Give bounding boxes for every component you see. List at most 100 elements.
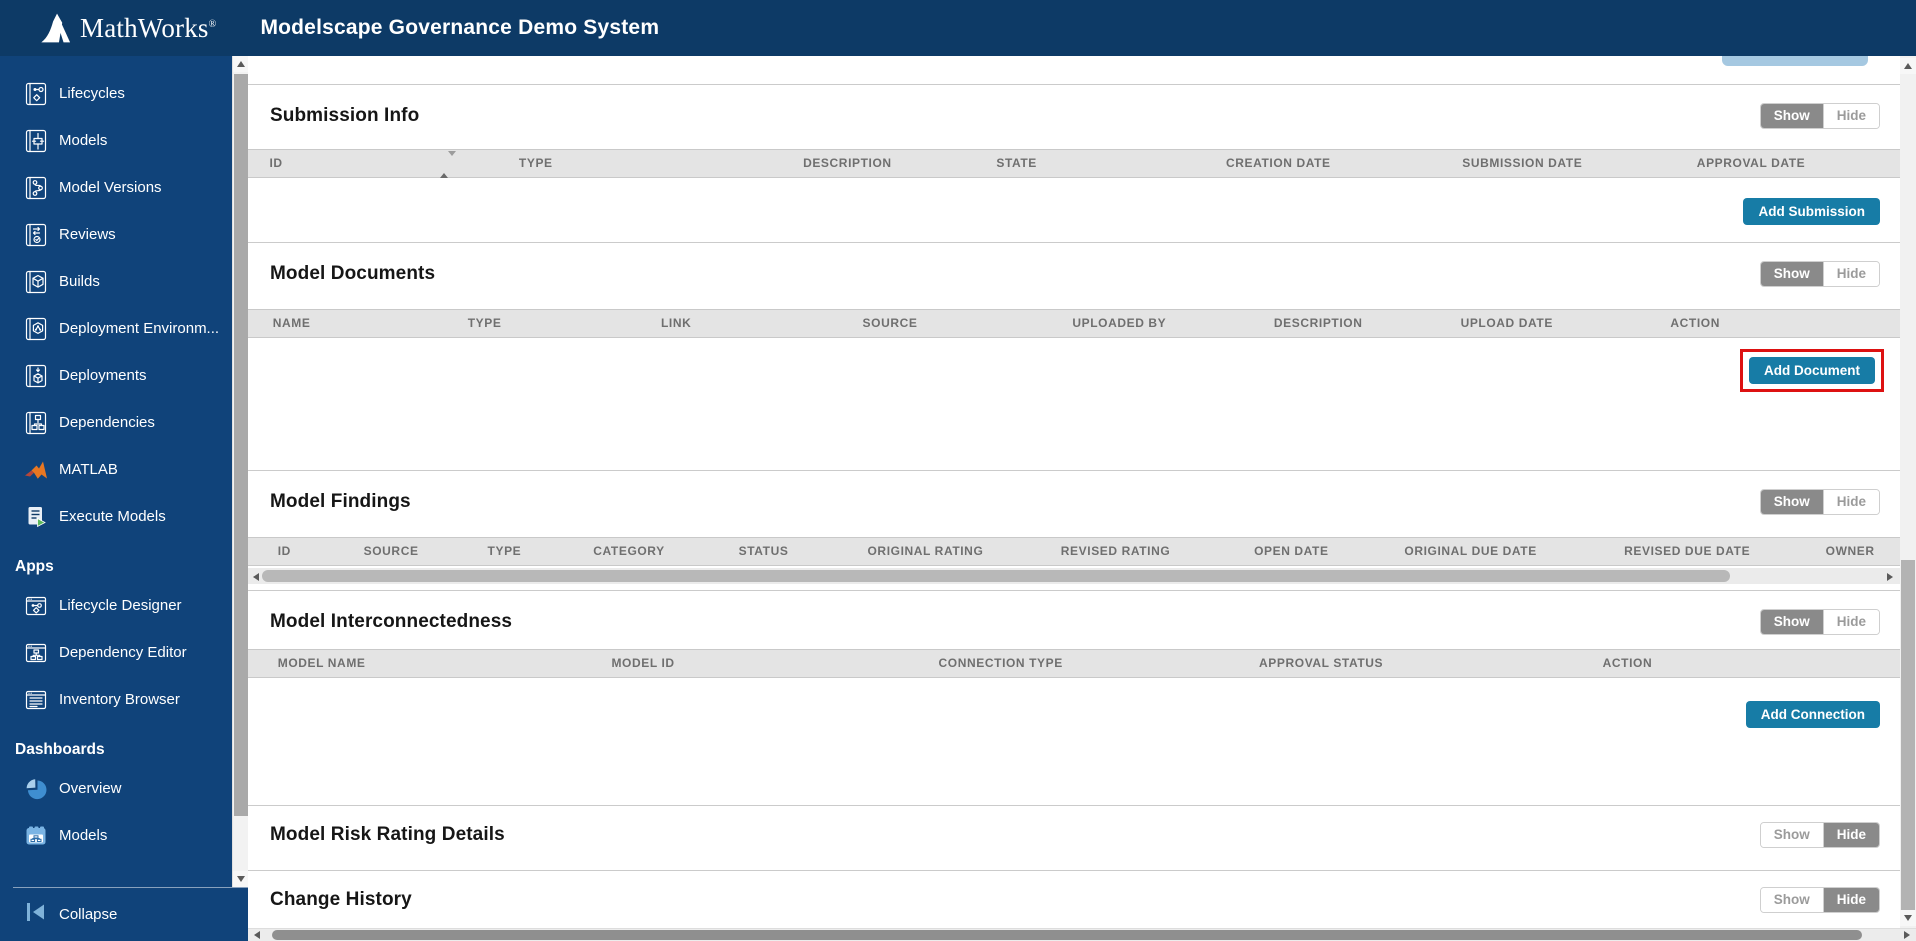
column-header-type: TYPE (468, 310, 502, 337)
section-title: Model Findings (270, 489, 411, 515)
column-header-status: STATUS (739, 538, 789, 565)
scroll-down-arrow[interactable] (233, 871, 249, 887)
scroll-right-arrow[interactable] (1900, 930, 1914, 940)
sidebar-item-reviews[interactable]: Reviews (0, 211, 232, 258)
builds-icon (23, 269, 49, 295)
sidebar-collapse-bar: Collapse (0, 887, 248, 941)
add-submission-button[interactable]: Add Submission (1743, 198, 1880, 225)
hide-button[interactable]: Hide (1823, 104, 1879, 128)
sidebar-group-apps: Apps (0, 540, 232, 582)
show-button[interactable]: Show (1761, 823, 1823, 847)
sidebar-item-label: Models (59, 132, 107, 149)
column-header-approval-status: APPROVAL STATUS (1259, 650, 1383, 677)
hide-button[interactable]: Hide (1823, 888, 1879, 912)
vertical-scrollbar-thumb[interactable] (1901, 560, 1915, 912)
findings-scrollbar-thumb[interactable] (262, 570, 1730, 582)
lifecycles-icon (23, 81, 49, 107)
sidebar-item-deployments[interactable]: Deployments (0, 352, 232, 399)
partially-visible-button[interactable] (1722, 56, 1868, 66)
show-hide-toggle: Show Hide (1760, 489, 1880, 515)
show-hide-toggle: Show Hide (1760, 261, 1880, 287)
table-header-row: NAME TYPE LINK SOURCE UPLOADED BY DESCRI… (248, 309, 1900, 338)
sidebar-item-lifecycle-designer[interactable]: Lifecycle Designer (0, 582, 232, 629)
sidebar-item-lifecycles[interactable]: Lifecycles (0, 70, 232, 117)
hide-button[interactable]: Hide (1823, 823, 1879, 847)
sidebar-item-label: Lifecycles (59, 85, 125, 102)
column-header-original-due-date: ORIGINAL DUE DATE (1404, 538, 1536, 565)
scroll-up-arrow[interactable] (233, 56, 249, 72)
column-header-id[interactable]: ID (269, 150, 282, 177)
sort-icon[interactable] (440, 156, 456, 174)
registered-mark: ® (209, 19, 217, 30)
content-top-strip (248, 56, 1900, 84)
findings-horizontal-scrollbar[interactable] (248, 568, 1900, 584)
sidebar-item-label: Models (59, 827, 107, 844)
sidebar-item-label: Builds (59, 273, 100, 290)
show-button[interactable]: Show (1761, 888, 1823, 912)
horizontal-scrollbar-thumb[interactable] (272, 930, 1862, 940)
show-button[interactable]: Show (1761, 610, 1823, 634)
sidebar-item-label: Deployments (59, 367, 147, 384)
column-header-source: SOURCE (364, 538, 419, 565)
show-button[interactable]: Show (1761, 490, 1823, 514)
sidebar-item-builds[interactable]: Builds (0, 258, 232, 305)
sidebar-scrollbar-thumb[interactable] (234, 74, 248, 816)
add-connection-button[interactable]: Add Connection (1746, 701, 1880, 728)
sidebar-item-model-versions[interactable]: Model Versions (0, 164, 232, 211)
mathworks-logo-icon (40, 9, 74, 47)
scroll-down-arrow[interactable] (1900, 910, 1916, 926)
scroll-left-arrow[interactable] (250, 930, 264, 940)
section-title: Submission Info (270, 103, 419, 129)
column-header-approval-date: APPROVAL DATE (1697, 150, 1805, 177)
table-header-row: ID SOURCE TYPE CATEGORY STATUS ORIGINAL … (248, 537, 1900, 566)
content-horizontal-scrollbar[interactable] (248, 928, 1916, 941)
overview-pie-icon (23, 776, 49, 802)
divider (13, 887, 248, 888)
content-vertical-scrollbar[interactable] (1900, 56, 1916, 928)
section-title: Model Documents (270, 261, 435, 287)
brand-name: MathWorks® (80, 13, 216, 44)
page-title: Modelscape Governance Demo System (260, 16, 659, 40)
mathworks-brand[interactable]: MathWorks® (40, 9, 216, 47)
hide-button[interactable]: Hide (1823, 610, 1879, 634)
show-hide-toggle: Show Hide (1760, 822, 1880, 848)
table-header-row: MODEL NAME MODEL ID CONNECTION TYPE APPR… (248, 649, 1900, 678)
add-document-button[interactable]: Add Document (1749, 357, 1875, 384)
hide-button[interactable]: Hide (1823, 262, 1879, 286)
top-navbar: MathWorks® Modelscape Governance Demo Sy… (0, 0, 1916, 56)
sidebar-item-execute-models[interactable]: Execute Models (0, 493, 232, 540)
show-hide-toggle: Show Hide (1760, 103, 1880, 129)
scroll-up-arrow[interactable] (1900, 58, 1916, 74)
sidebar-scrollbar[interactable] (232, 56, 248, 887)
sidebar-item-dependencies[interactable]: Dependencies (0, 399, 232, 446)
column-header-source: SOURCE (863, 310, 918, 337)
column-header-revised-due-date: REVISED DUE DATE (1624, 538, 1750, 565)
column-header-link: LINK (661, 310, 691, 337)
scroll-right-arrow[interactable] (1884, 570, 1896, 582)
column-header-model-id: MODEL ID (611, 650, 674, 677)
model-versions-icon (23, 175, 49, 201)
hide-button[interactable]: Hide (1823, 490, 1879, 514)
scroll-left-arrow[interactable] (250, 570, 262, 582)
sidebar-item-models[interactable]: Models (0, 117, 232, 164)
sidebar-item-deployment-environments[interactable]: Deployment Environm... (0, 305, 232, 352)
show-button[interactable]: Show (1761, 104, 1823, 128)
show-button[interactable]: Show (1761, 262, 1823, 286)
dependencies-icon (23, 410, 49, 436)
column-header-submission-date: SUBMISSION DATE (1462, 150, 1582, 177)
column-header-open-date: OPEN DATE (1254, 538, 1329, 565)
sidebar-item-matlab[interactable]: MATLAB (0, 446, 232, 493)
collapse-sidebar-button[interactable]: Collapse (0, 887, 248, 941)
sidebar-item-overview-dashboard[interactable]: Overview (0, 765, 232, 812)
main-content: Submission Info Show Hide ID TYPE DESCRI… (248, 56, 1900, 928)
show-hide-toggle: Show Hide (1760, 887, 1880, 913)
sidebar-item-inventory-browser[interactable]: Inventory Browser (0, 676, 232, 723)
show-hide-toggle: Show Hide (1760, 609, 1880, 635)
sidebar-item-models-dashboard[interactable]: Models (0, 812, 232, 859)
sidebar-item-dependency-editor[interactable]: Dependency Editor (0, 629, 232, 676)
sidebar-item-label: Dependency Editor (59, 644, 187, 661)
matlab-icon (23, 457, 49, 483)
dependency-editor-icon (23, 640, 49, 666)
column-header-action: ACTION (1603, 650, 1653, 677)
column-header-description: DESCRIPTION (803, 150, 892, 177)
